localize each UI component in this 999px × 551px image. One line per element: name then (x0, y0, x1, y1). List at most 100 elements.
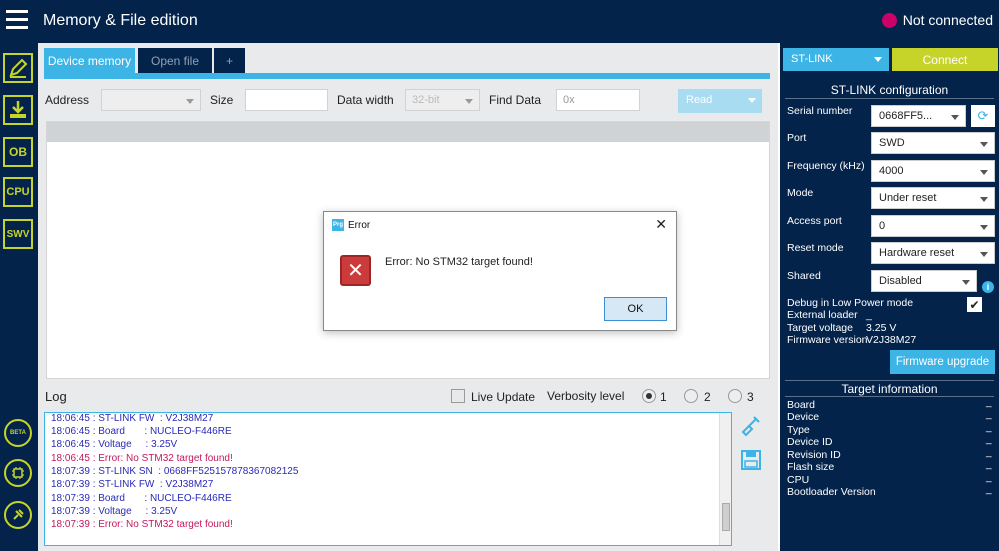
tab-add[interactable]: + (214, 48, 245, 73)
port-select[interactable]: SWD (871, 132, 995, 154)
log-line: 18:06:45 : Error: No STM32 target found! (51, 453, 233, 464)
tab-underline (44, 73, 770, 79)
target-info-label: Device ID (787, 436, 833, 448)
target-info-label: Flash size (787, 461, 835, 473)
chevron-down-icon (186, 99, 194, 104)
ok-button[interactable]: OK (604, 297, 667, 321)
dialog-title: Error (348, 220, 371, 231)
live-update-checkbox[interactable] (451, 389, 465, 403)
live-update-label: Live Update (471, 390, 536, 404)
access-port-select[interactable]: 0 (871, 215, 995, 237)
data-width-select[interactable]: 32-bit (405, 89, 480, 111)
save-log-icon[interactable] (740, 449, 762, 474)
right-panel: ST-LINK Connect ST-LINK configuration Se… (780, 43, 999, 551)
top-bar: Memory & File edition Not connected (0, 0, 999, 43)
target-info-label: Revision ID (787, 449, 841, 461)
connection-status-label: Not connected (902, 12, 993, 28)
mode-value: Under reset (879, 192, 937, 204)
target-info-label: Board (787, 399, 816, 411)
cpu-icon[interactable]: CPU (3, 177, 33, 207)
verbosity-radio-1[interactable] (642, 389, 656, 403)
chip-icon[interactable] (4, 459, 32, 487)
chevron-down-icon (962, 280, 970, 285)
target-info-value: _ (986, 447, 992, 458)
mode-select[interactable]: Under reset (871, 187, 995, 209)
info-icon[interactable]: i (982, 281, 994, 293)
edit-icon[interactable] (3, 53, 33, 83)
access-port-value: 0 (879, 220, 886, 232)
frequency-value: 4000 (879, 165, 904, 177)
serial-number-label: Serial number (787, 105, 853, 117)
divider (785, 396, 994, 397)
chevron-down-icon (951, 115, 959, 120)
log-line: 18:07:39 : Voltage : 3.25V (51, 506, 178, 517)
serial-number-select[interactable]: 0668FF5... (871, 105, 966, 127)
firmware-upgrade-button[interactable]: Firmware upgrade (890, 350, 995, 374)
log-line: 18:07:39 : ST-LINK SN : 0668FF5251578783… (51, 466, 299, 477)
tab-open-file[interactable]: Open file (138, 48, 212, 73)
frequency-label: Frequency (kHz) (787, 160, 865, 172)
verbosity-radio-3[interactable] (728, 389, 742, 403)
access-port-label: Access port (787, 215, 842, 227)
log-line: 18:07:39 : ST-LINK FW : V2J38M27 (51, 479, 214, 490)
option-bytes-icon[interactable]: OB (3, 137, 33, 167)
connect-button[interactable]: Connect (892, 48, 998, 71)
address-dropdown[interactable] (101, 89, 201, 111)
read-button-label: Read (686, 94, 713, 106)
external-loader-value: _ (866, 309, 872, 321)
read-button[interactable]: Read (678, 89, 762, 113)
shared-label: Shared (787, 270, 821, 282)
chevron-down-icon (980, 170, 988, 175)
serial-number-value: 0668FF5... (879, 110, 933, 122)
log-scroll-thumb[interactable] (722, 503, 730, 531)
connection-status: Not connected (881, 12, 993, 28)
reset-mode-value: Hardware reset (879, 247, 955, 259)
verbosity-option-2: 2 (704, 390, 711, 404)
beta-icon[interactable]: BETA (4, 419, 32, 447)
swv-icon[interactable]: SWV (3, 219, 33, 249)
shared-select[interactable]: Disabled (871, 270, 977, 292)
debug-low-power-checkbox[interactable]: ✔ (967, 297, 982, 312)
clear-log-icon[interactable] (740, 415, 762, 440)
log-line: 18:07:39 : Error: No STM32 target found! (51, 519, 233, 530)
target-info-label: Device (787, 411, 820, 423)
debug-low-power-label: Debug in Low Power mode (787, 297, 914, 309)
target-info-label: Bootloader Version (787, 486, 876, 498)
left-sidebar: OB CPU SWV BETA (0, 43, 38, 551)
data-width-value: 32-bit (412, 94, 440, 106)
find-data-label: Find Data (489, 93, 542, 107)
log-line: 18:06:45 : ST-LINK FW : V2J38M27 (51, 413, 214, 424)
divider (785, 380, 994, 381)
mode-label: Mode (787, 187, 814, 199)
target-info-value: _ (986, 409, 992, 420)
target-info-value: _ (986, 472, 992, 483)
target-info-label: Type (787, 424, 810, 436)
download-icon[interactable] (3, 95, 33, 125)
port-value: SWD (879, 137, 905, 149)
log-scrollbar[interactable] (719, 413, 731, 545)
size-input[interactable] (245, 89, 328, 111)
frequency-select[interactable]: 4000 (871, 160, 995, 182)
size-label: Size (210, 93, 234, 107)
menu-icon[interactable] (6, 10, 28, 30)
tab-device-memory[interactable]: Device memory (44, 48, 135, 73)
find-data-input[interactable]: 0x (556, 89, 640, 111)
plugin-icon[interactable] (4, 501, 32, 529)
reset-mode-select[interactable]: Hardware reset (871, 242, 995, 264)
error-icon: ✕ (340, 255, 371, 286)
log-line: 18:07:39 : Board : NUCLEO-F446RE (51, 493, 232, 504)
refresh-icon[interactable]: ⟳ (971, 105, 995, 127)
app-icon: Prg (332, 219, 344, 231)
chevron-down-icon (980, 142, 988, 147)
verbosity-radio-2[interactable] (684, 389, 698, 403)
log-line: 18:06:45 : Voltage : 3.25V (51, 439, 178, 450)
close-icon[interactable]: ✕ (655, 216, 667, 233)
log-console[interactable]: 18:06:45 : ST-LINK FW : V2J38M27 18:06:4… (44, 412, 732, 546)
target-info-value: _ (986, 434, 992, 445)
interface-select[interactable]: ST-LINK (783, 48, 889, 71)
chevron-down-icon (748, 98, 756, 103)
log-label: Log (45, 389, 67, 404)
verbosity-label: Verbosity level (547, 389, 625, 403)
target-info-value: _ (986, 484, 992, 495)
verbosity-option-1: 1 (660, 390, 667, 404)
